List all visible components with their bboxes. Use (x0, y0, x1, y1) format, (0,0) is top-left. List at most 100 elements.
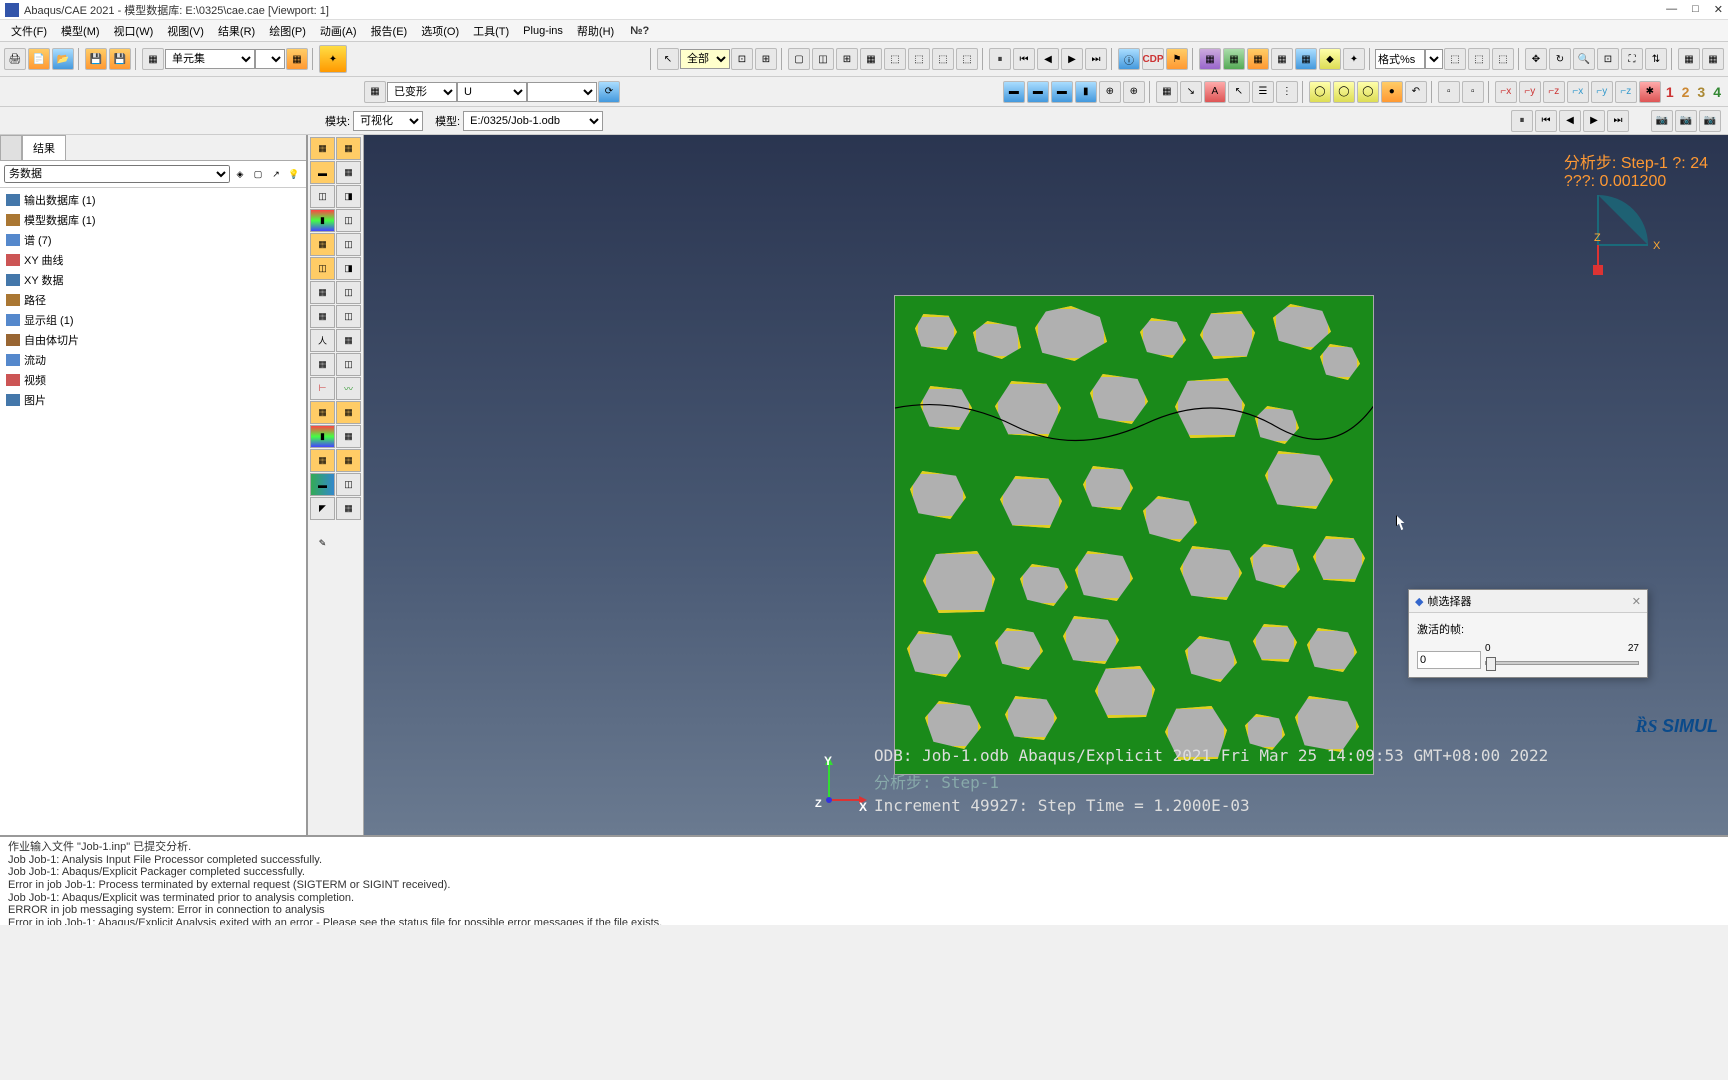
tool-xy2[interactable]: ▦ (336, 329, 361, 352)
csys-z[interactable]: ⌐z (1543, 81, 1565, 103)
anim-next[interactable]: ▶ (1583, 110, 1605, 132)
pan-icon[interactable]: ✥ (1525, 48, 1547, 70)
iso2[interactable]: ⬚ (1468, 48, 1490, 70)
menu-file[interactable]: 文件(F) (5, 21, 53, 41)
csys-z2[interactable]: ⌐z (1615, 81, 1637, 103)
tree-item-image[interactable]: 图片 (2, 390, 304, 410)
field-icon[interactable]: ▦ (364, 81, 386, 103)
camera2[interactable]: 📷 (1675, 110, 1697, 132)
mesh-icon[interactable]: ▦ (286, 48, 308, 70)
tool-probe1[interactable]: ▦ (310, 401, 335, 424)
tree-item-freebody[interactable]: 自由体切片 (2, 330, 304, 350)
align-icon[interactable]: ⇅ (1645, 48, 1667, 70)
sel-btn2[interactable]: ⊞ (755, 48, 777, 70)
tab-model[interactable] (0, 135, 22, 160)
saveas-button[interactable]: 💾 (109, 48, 131, 70)
viewport[interactable]: 分析步: Step-1 ?: 24 ???: 0.001200 X Z (364, 135, 1728, 835)
save-button[interactable]: 💾 (85, 48, 107, 70)
open-button[interactable]: 📂 (52, 48, 74, 70)
box2[interactable]: ◫ (812, 48, 834, 70)
tool-pencil[interactable]: ✎ (310, 532, 335, 555)
tree-btn4[interactable]: 💡 (286, 166, 302, 182)
element-set-combo[interactable]: 单元集 (165, 49, 255, 69)
tree-item-display-group[interactable]: 显示组 (1) (2, 310, 304, 330)
tree-btn3[interactable]: ↗ (268, 166, 284, 182)
render1[interactable]: ▦ (1199, 48, 1221, 70)
annot-cursor[interactable]: ↖ (1228, 81, 1250, 103)
tree-item-path[interactable]: 路径 (2, 290, 304, 310)
new-button[interactable]: 📄 (28, 48, 50, 70)
frame-slider-thumb[interactable] (1486, 657, 1496, 671)
menu-tools[interactable]: 工具(T) (467, 21, 515, 41)
info-icon[interactable]: ⓘ (1118, 48, 1140, 70)
csys-x[interactable]: ⌐x (1495, 81, 1517, 103)
render7[interactable]: ✦ (1343, 48, 1365, 70)
box4[interactable]: ▦ (860, 48, 882, 70)
view-1[interactable]: 1 (1666, 84, 1674, 100)
iso3[interactable]: ⬚ (1492, 48, 1514, 70)
maximize-button[interactable]: □ (1692, 3, 1699, 16)
menu-plugins[interactable]: Plug-ins (517, 23, 569, 39)
tool-legend2[interactable]: ▦ (336, 425, 361, 448)
tree-item-output-db[interactable]: 输出数据库 (1) (2, 190, 304, 210)
tool-xy3[interactable]: ▦ (310, 353, 335, 376)
tree-btn1[interactable]: ◈ (232, 166, 248, 182)
tool-legend1[interactable]: ▮ (310, 425, 335, 448)
menu-report[interactable]: 报告(E) (365, 21, 414, 41)
annot-opts[interactable]: ⋮ (1276, 81, 1298, 103)
tool-symbol2[interactable]: ◨ (336, 185, 361, 208)
menu-options[interactable]: 选项(O) (415, 21, 465, 41)
zoom-icon[interactable]: 🔍 (1573, 48, 1595, 70)
deform-combo[interactable]: 已变形 (387, 82, 457, 102)
message-area[interactable]: 作业输入文件 "Job-1.inp" 已提交分析. Job Job-1: Ana… (0, 835, 1728, 925)
format-combo[interactable] (1425, 49, 1443, 69)
print-button[interactable]: 🖨 (4, 48, 26, 70)
view-3[interactable]: 3 (1697, 84, 1705, 100)
play-pause-icon[interactable]: ⏸ (989, 48, 1011, 70)
model-combo[interactable]: E:/0325/Job-1.odb (463, 111, 603, 131)
tree-item-movie[interactable]: 视频 (2, 370, 304, 390)
render2[interactable]: ▦ (1223, 48, 1245, 70)
selection-filter[interactable]: 全部 (680, 49, 730, 69)
menu-results[interactable]: 结果(R) (212, 21, 261, 41)
menu-animation[interactable]: 动画(A) (314, 21, 363, 41)
annot-arrow[interactable]: ↘ (1180, 81, 1202, 103)
csys-y[interactable]: ⌐y (1519, 81, 1541, 103)
tool-contour2[interactable]: ▦ (336, 161, 361, 184)
undo-icon[interactable]: ↶ (1405, 81, 1427, 103)
tool-ply2[interactable]: ◨ (336, 257, 361, 280)
pattern-icon[interactable]: ✦ (319, 45, 347, 73)
annot1[interactable]: ▦ (1156, 81, 1178, 103)
tool-anim3[interactable]: ▦ (310, 305, 335, 328)
render4[interactable]: ▦ (1271, 48, 1293, 70)
tool-path1[interactable]: ⊢ (310, 377, 335, 400)
component-combo[interactable] (527, 82, 597, 102)
tree-item-xy-data[interactable]: XY 数据 (2, 270, 304, 290)
render5[interactable]: ▦ (1295, 48, 1317, 70)
annot-text[interactable]: A (1204, 81, 1226, 103)
frame-selector-dialog[interactable]: ◆ 帧选择器 ✕ 激活的帧: 0 27 (1408, 589, 1648, 678)
tool-plot-deformed[interactable]: ▦ (336, 137, 361, 160)
frame-slider-track[interactable] (1485, 661, 1639, 665)
tool-view1[interactable]: ▦ (310, 449, 335, 472)
refresh-icon[interactable]: ⟳ (598, 81, 620, 103)
cube1[interactable]: ⬚ (884, 48, 906, 70)
vp3[interactable]: ▬ (1051, 81, 1073, 103)
iso1[interactable]: ⬚ (1444, 48, 1466, 70)
cube4[interactable]: ⬚ (956, 48, 978, 70)
tree-item-model-db[interactable]: 模型数据库 (1) (2, 210, 304, 230)
tool-cut2[interactable]: ▦ (336, 497, 361, 520)
circ4[interactable]: ● (1381, 81, 1403, 103)
annot-list[interactable]: ☰ (1252, 81, 1274, 103)
sel-btn1[interactable]: ⊡ (731, 48, 753, 70)
tree-item-xy-curve[interactable]: XY 曲线 (2, 250, 304, 270)
tool-stream1[interactable]: ▬ (310, 473, 335, 496)
tool-probe2[interactable]: ▦ (336, 401, 361, 424)
anim-last[interactable]: ⏭ (1607, 110, 1629, 132)
fit-icon[interactable]: ⛶ (1621, 48, 1643, 70)
group2[interactable]: ▫ (1462, 81, 1484, 103)
render3[interactable]: ▦ (1247, 48, 1269, 70)
anim-first[interactable]: ⏮ (1535, 110, 1557, 132)
camera3[interactable]: 📷 (1699, 110, 1721, 132)
small-combo[interactable] (255, 49, 285, 69)
